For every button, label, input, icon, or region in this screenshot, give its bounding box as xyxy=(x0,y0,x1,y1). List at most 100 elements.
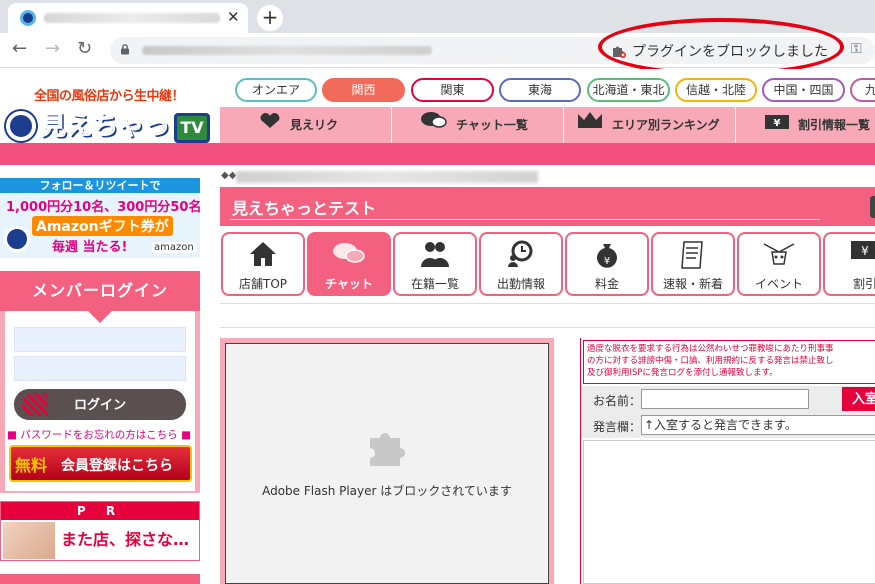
region-tab-2[interactable]: 関東 xyxy=(411,78,494,102)
login-button-label: ログイン xyxy=(73,397,126,412)
title-underline xyxy=(230,219,820,220)
menu-item-label: 割引情報一覧 xyxy=(798,118,871,132)
house-icon xyxy=(223,240,303,270)
pr-title: P R xyxy=(1,502,199,520)
login-form: ログイン ■ パスワードをお忘れの方はこちら ■ 無料 会員登録はこちら xyxy=(5,311,195,491)
twitter-campaign-banner[interactable]: フォロー＆リツイートで 1,000円分10名、300円分50名 Amazonギフ… xyxy=(0,178,201,258)
region-tab-6[interactable]: 中国・四国 xyxy=(762,78,845,102)
login-title-pointer xyxy=(88,311,112,323)
breadcrumb-icon: ◆◆ xyxy=(221,170,237,181)
memo-icon xyxy=(653,240,733,270)
login-title: メンバーログイン xyxy=(0,271,200,311)
shop-tab-label: 出勤情報 xyxy=(496,277,545,291)
key-icon[interactable]: ⚿ xyxy=(851,41,862,57)
shop-tab-0[interactable]: 店舗TOP xyxy=(221,232,305,296)
shop-title-bar: 見えちゃっとテスト xyxy=(220,187,875,226)
chat-bubbles-icon xyxy=(420,108,448,144)
page-title: 見えちゃっとテスト xyxy=(232,199,377,218)
lock-icon xyxy=(121,44,129,55)
register-button[interactable]: 無料 会員登録はこちら xyxy=(9,445,192,482)
pr-box[interactable]: P R また店、探さな… xyxy=(0,501,200,561)
member-login-box: メンバーログイン ログイン ■ パスワードをお忘れの方はこちら ■ 無料 会員登… xyxy=(0,271,200,493)
flash-player-frame: Adobe Flash Player はブロックされています xyxy=(220,338,554,584)
svg-text:¥: ¥ xyxy=(604,256,610,267)
banner-gift-line: Amazonギフト券が xyxy=(32,216,173,236)
tab-content-strip xyxy=(220,303,875,328)
tab-title-redacted xyxy=(44,13,220,23)
chat-warning: 過度な脱衣を要求する行為は公然わいせつ罪教唆にあたり刑事事 の方に対する誹謗中傷… xyxy=(583,340,875,384)
tab-close-icon[interactable]: ✕ xyxy=(227,8,240,26)
message-label: 発言欄： xyxy=(593,420,642,434)
web-page: 全国の風俗店から生中継！ 見えちゃっと TV 見えリク チャット一覧 エリア別ラ… xyxy=(0,69,875,584)
chat-bubbles-icon xyxy=(309,240,389,270)
plugin-puzzle-icon xyxy=(370,433,405,466)
region-tab-7[interactable]: 九 xyxy=(850,78,875,102)
shop-tab-2[interactable]: 在籍一覧 xyxy=(393,232,477,296)
login-password-field[interactable] xyxy=(14,356,186,381)
name-input[interactable] xyxy=(641,389,809,409)
shop-tab-label: 速報・新着 xyxy=(662,277,723,291)
menu-item-label: 見えリク xyxy=(290,118,339,132)
register-label: 会員登録はこちら xyxy=(61,458,173,474)
warning-line: 過度な脱衣を要求する行為は公然わいせつ罪教唆にあたり刑事事 xyxy=(587,344,834,354)
shop-tab-1[interactable]: チャット xyxy=(307,232,391,296)
pr-photo xyxy=(3,522,55,559)
message-row: 発言欄： ↑入室すると発言できます。 xyxy=(581,412,875,438)
menu-item-ranking[interactable]: エリア別ランキング xyxy=(564,107,736,143)
chat-log xyxy=(583,440,875,584)
shop-tab-5[interactable]: 速報・新着 xyxy=(651,232,735,296)
shop-tab-label: 料金 xyxy=(594,277,619,291)
login-button[interactable]: ログイン xyxy=(14,389,186,420)
left-section-header xyxy=(0,574,200,584)
logo-name: 見えちゃっと xyxy=(39,111,197,142)
region-tab-5[interactable]: 信越・北陸 xyxy=(675,78,757,102)
name-row: お名前： 入室 xyxy=(581,386,875,412)
title-bar-corner xyxy=(870,196,875,218)
enter-room-button[interactable]: 入室 xyxy=(842,387,875,411)
shop-tab-3[interactable]: 出勤情報 xyxy=(479,232,563,296)
back-arrow-icon[interactable]: ← xyxy=(12,38,27,59)
region-tab-1[interactable]: 関西 xyxy=(322,78,405,102)
shop-tab-label: チャット xyxy=(325,277,373,291)
message-input[interactable]: ↑入室すると発言できます。 xyxy=(641,415,875,435)
eye-logo-icon xyxy=(6,111,36,141)
region-tab-3[interactable]: 東海 xyxy=(499,78,581,102)
region-tab-4[interactable]: 北海道・東北 xyxy=(587,78,670,102)
shop-tab-6[interactable]: イベント xyxy=(737,232,821,296)
pr-text: また店、探さな… xyxy=(61,530,190,549)
menu-item-chat-list[interactable]: チャット一覧 xyxy=(392,107,564,143)
reload-icon[interactable]: ↻ xyxy=(77,38,92,59)
amazon-logo: amazon xyxy=(152,242,196,253)
login-id-field[interactable] xyxy=(14,327,186,352)
register-free-label: 無料 xyxy=(15,456,48,475)
shop-tab-4[interactable]: ¥ 料金 xyxy=(565,232,649,296)
forward-arrow-icon[interactable]: → xyxy=(45,38,60,59)
yen-ticket-icon: ¥ xyxy=(764,108,790,144)
site-favicon-icon xyxy=(20,10,36,26)
stripe-decoration xyxy=(22,393,48,416)
menu-item-mierik[interactable]: 見えリク xyxy=(220,107,392,143)
shop-tab-7[interactable]: ¥ 割引 xyxy=(823,232,875,296)
new-tab-button[interactable]: + xyxy=(257,5,283,31)
clock-person-icon xyxy=(481,240,561,270)
chat-panel: 過度な脱衣を要求する行為は公然わいせつ罪教唆にあたり刑事事 の方に対する誹謗中傷… xyxy=(580,338,875,584)
banner-weekly-line: 毎週 当たる! xyxy=(52,240,128,255)
shop-tab-label: 割引 xyxy=(852,277,875,291)
logo-tv: TV xyxy=(174,113,210,143)
logo-tagline: 全国の風俗店から生中継！ xyxy=(34,89,185,104)
yen-ticket-icon: ¥ xyxy=(825,240,875,270)
region-tab-0[interactable]: オンエア xyxy=(235,78,317,102)
svg-text:¥: ¥ xyxy=(861,244,869,258)
svg-text:¥: ¥ xyxy=(774,118,781,129)
menu-item-label: チャット一覧 xyxy=(456,118,528,132)
forgot-password-link[interactable]: ■ パスワードをお忘れの方はこちら ■ xyxy=(7,427,191,442)
browser-tab[interactable]: ✕ xyxy=(8,3,248,33)
eye-mascot-icon xyxy=(4,226,30,252)
flash-player[interactable]: Adobe Flash Player はブロックされています xyxy=(225,343,549,584)
party-icon xyxy=(739,240,819,270)
name-label: お名前： xyxy=(593,394,642,408)
menu-item-discounts[interactable]: ¥ 割引情報一覧 xyxy=(736,107,875,143)
highlight-circle xyxy=(598,18,844,76)
header-band xyxy=(0,143,875,165)
warning-line: 及び御利用ISPに発言ログを添付し通報致します。 xyxy=(587,368,778,378)
